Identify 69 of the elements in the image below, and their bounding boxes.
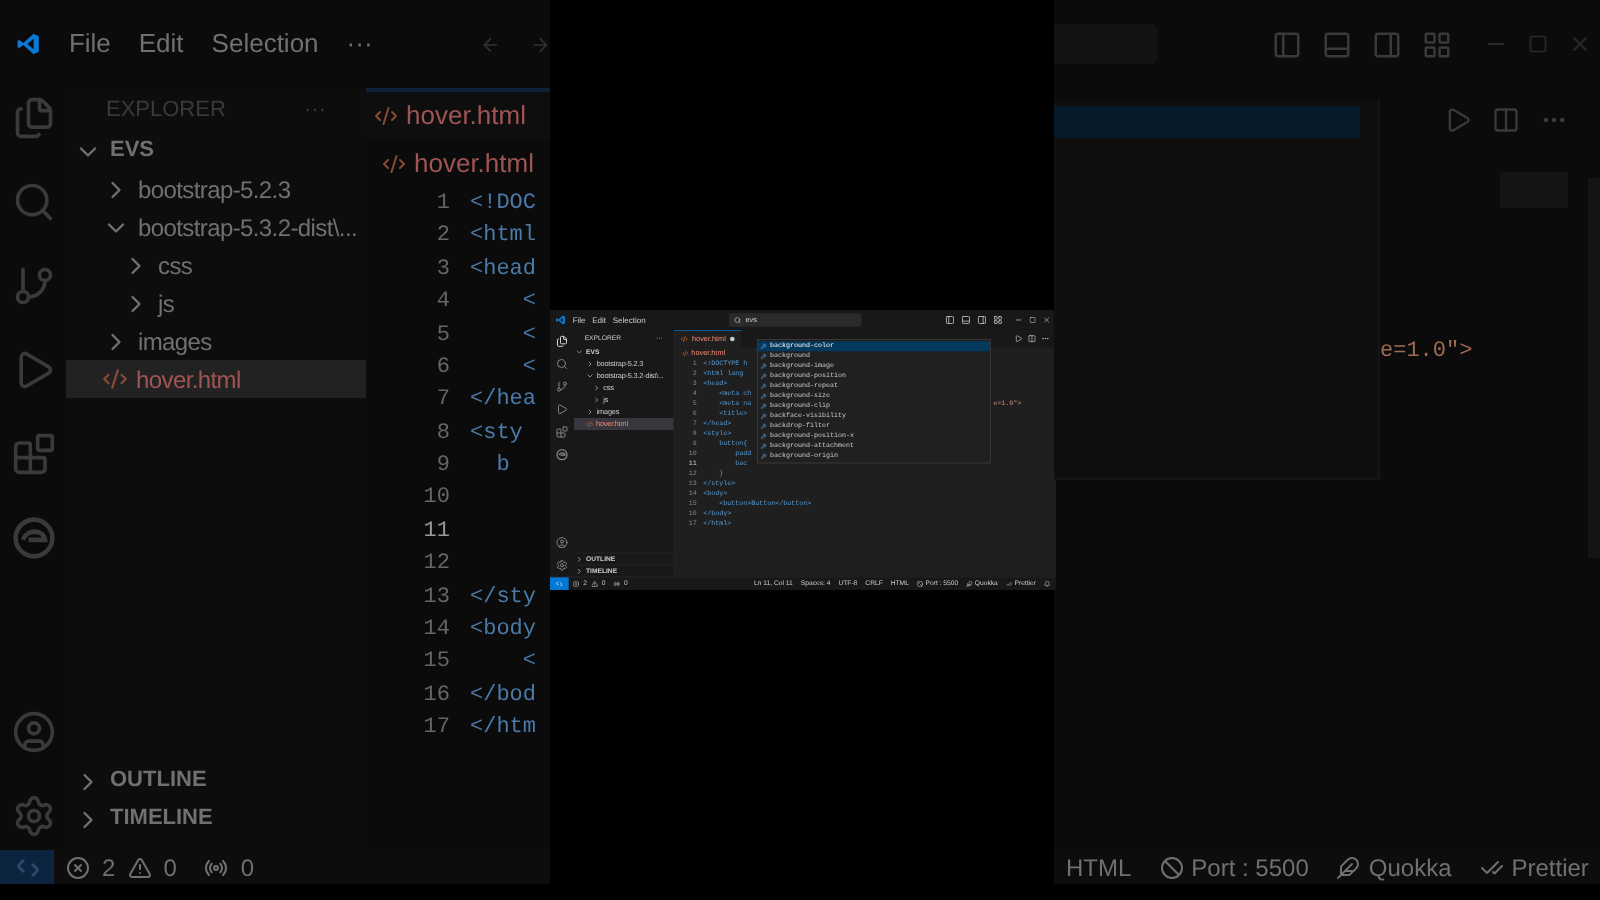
menu-item[interactable]: ··· bbox=[346, 24, 373, 64]
warning-count[interactable]: 0 bbox=[163, 849, 177, 884]
line-number: 11 bbox=[421, 517, 452, 548]
menu-item[interactable]: Selection bbox=[211, 24, 319, 64]
code-line: < bbox=[520, 353, 537, 384]
code-line: </bod bbox=[470, 681, 537, 712]
port-count[interactable]: 0 bbox=[240, 849, 255, 884]
panel-section-header[interactable]: TIMELINE bbox=[66, 800, 366, 838]
code-line: <head bbox=[470, 255, 537, 286]
line-number: 4 bbox=[434, 288, 452, 319]
panel-section-header[interactable]: OUTLINE bbox=[66, 762, 366, 800]
blocked-icon bbox=[1159, 855, 1184, 879]
status-item[interactable]: Port : 5500 bbox=[1159, 849, 1309, 884]
code-file-icon bbox=[374, 104, 398, 128]
code-line: </htm bbox=[470, 714, 537, 745]
code-file-icon bbox=[102, 366, 128, 392]
code-line: <!DOC bbox=[470, 189, 537, 220]
code-line: b bbox=[494, 452, 510, 483]
status-item[interactable]: Quokka bbox=[1336, 849, 1452, 884]
tree-item[interactable]: js bbox=[66, 284, 366, 322]
code-line: < bbox=[520, 288, 537, 319]
line-number: 3 bbox=[434, 255, 452, 286]
code-file-icon bbox=[382, 152, 406, 176]
status-item[interactable]: Prettier bbox=[1479, 849, 1589, 884]
menu-item[interactable]: Edit bbox=[138, 24, 184, 64]
tree-item[interactable]: bootstrap-5.3.2-dist\... bbox=[66, 208, 366, 246]
warning-icon bbox=[127, 855, 152, 879]
workspace-header[interactable]: EVS bbox=[66, 132, 366, 170]
double-check-icon bbox=[1479, 855, 1504, 879]
line-number: 2 bbox=[434, 222, 452, 253]
error-icon bbox=[66, 855, 90, 879]
code-line: < bbox=[520, 321, 537, 352]
line-number: 12 bbox=[421, 550, 452, 581]
remote-button[interactable] bbox=[550, 577, 569, 590]
line-number: 8 bbox=[434, 419, 452, 450]
app-logo-icon bbox=[555, 314, 566, 326]
line-number: 13 bbox=[421, 583, 452, 614]
tree-item[interactable]: images bbox=[66, 322, 366, 360]
code-line: <html bbox=[470, 222, 537, 253]
remote-button[interactable] bbox=[0, 850, 54, 884]
tree-item[interactable]: css bbox=[66, 246, 366, 284]
line-number: 10 bbox=[421, 484, 452, 515]
code-line: </hea bbox=[470, 386, 537, 417]
editor-tab[interactable]: hover.html bbox=[406, 96, 526, 136]
tree-item[interactable]: bootstrap-5.2.3 bbox=[66, 170, 366, 208]
line-number: 15 bbox=[421, 648, 452, 679]
line-number: 7 bbox=[434, 386, 452, 417]
line-number: 6 bbox=[434, 353, 452, 384]
line-number: 1 bbox=[434, 189, 452, 220]
status-item[interactable]: HTML bbox=[1066, 849, 1132, 884]
line-number: 5 bbox=[434, 321, 452, 352]
error-count[interactable]: 2 bbox=[102, 849, 116, 884]
line-number: 14 bbox=[421, 616, 452, 647]
settings-icon[interactable] bbox=[11, 794, 55, 838]
code-line: <body bbox=[470, 616, 537, 647]
code-line: <sty bbox=[470, 419, 523, 450]
remote-icon bbox=[15, 855, 39, 879]
extensions-icon[interactable] bbox=[11, 432, 55, 476]
line-number: 17 bbox=[421, 714, 452, 745]
line-number: 16 bbox=[421, 681, 452, 712]
antenna-icon bbox=[204, 855, 229, 879]
breadcrumb[interactable]: hover.html bbox=[414, 144, 534, 184]
menu-item[interactable]: File bbox=[68, 24, 111, 64]
line-number: 9 bbox=[434, 452, 452, 483]
search-icon[interactable] bbox=[11, 180, 55, 224]
feather-icon bbox=[1336, 855, 1361, 879]
code-line: < bbox=[520, 648, 537, 679]
code-line: </sty bbox=[470, 583, 537, 614]
code-text: e=1.0"> bbox=[1380, 340, 1473, 364]
